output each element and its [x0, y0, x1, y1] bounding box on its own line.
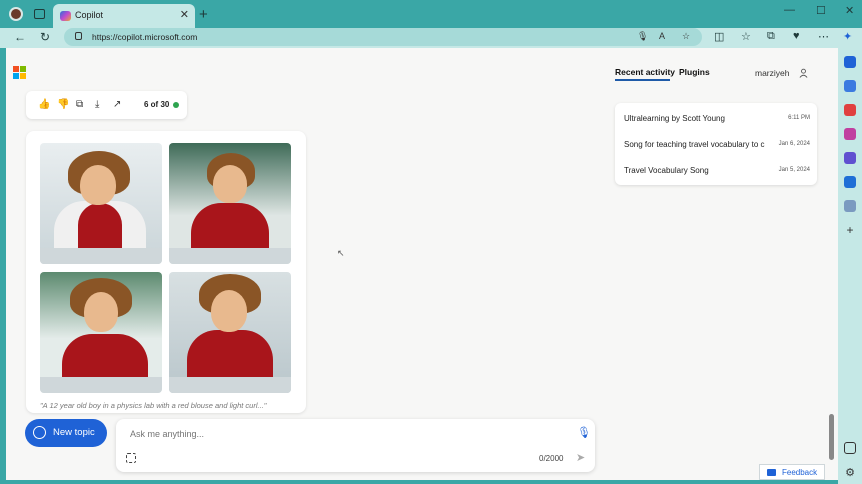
- send-icon[interactable]: ➤: [576, 451, 585, 464]
- address-bar[interactable]: https://copilot.microsoft.com 🎙 A ☆: [64, 28, 702, 46]
- browser-navbar: ← ↻ https://copilot.microsoft.com 🎙 A ☆ …: [0, 28, 862, 48]
- m365-icon[interactable]: [844, 152, 856, 164]
- tab-title: Copilot: [75, 10, 104, 20]
- image-upload-icon[interactable]: [126, 453, 136, 463]
- scrollbar-thumb[interactable]: [829, 414, 834, 460]
- recent-item-date: Jan 5, 2024: [778, 167, 810, 173]
- minimize-icon[interactable]: —: [784, 4, 795, 16]
- char-counter: 0/2000: [539, 454, 564, 463]
- back-icon[interactable]: ←: [14, 30, 26, 44]
- tools-icon[interactable]: [844, 104, 856, 116]
- edge-sidebar: + ⚙: [838, 48, 862, 484]
- tab-recent-activity[interactable]: Recent activity: [615, 67, 675, 77]
- new-topic-label: New topic: [53, 427, 95, 438]
- tab-plugins[interactable]: Plugins: [679, 67, 710, 77]
- copilot-page: Recent activity Plugins marziyeh 👍 👎 ⧉ ⤓…: [6, 48, 838, 480]
- shopping-icon[interactable]: [844, 80, 856, 92]
- url-text[interactable]: https://copilot.microsoft.com: [92, 32, 197, 42]
- copy-icon[interactable]: ⧉: [76, 99, 83, 110]
- chat-input[interactable]: [130, 429, 530, 439]
- favorites-bar-icon[interactable]: ☆: [741, 30, 751, 43]
- active-tab-indicator: [615, 79, 670, 81]
- image-caption: "A 12 year old boy in a physics lab with…: [40, 401, 267, 410]
- outlook-icon[interactable]: [844, 176, 856, 188]
- mouse-cursor-icon: ↖: [337, 248, 345, 258]
- lock-icon[interactable]: [75, 32, 82, 40]
- generated-image-1[interactable]: [40, 143, 162, 264]
- collections-icon[interactable]: ⧉: [767, 30, 775, 43]
- recent-activity-list: Ultralearning by Scott Young 6:11 PM Son…: [615, 103, 817, 185]
- maximize-icon[interactable]: ☐: [816, 4, 826, 17]
- new-topic-button[interactable]: New topic: [25, 419, 107, 447]
- recent-item-title[interactable]: Travel Vocabulary Song: [624, 166, 769, 175]
- user-icon[interactable]: [799, 68, 808, 78]
- close-tab-icon[interactable]: ✕: [180, 8, 189, 21]
- browser-tabbar: Copilot ✕ + — ☐ ✕: [0, 0, 862, 28]
- share-icon[interactable]: ↗: [113, 99, 121, 110]
- new-tab-icon[interactable]: +: [199, 6, 208, 23]
- recent-item[interactable]: Ultralearning by Scott Young 6:11 PM: [624, 111, 810, 129]
- generated-image-3[interactable]: [40, 272, 162, 393]
- read-aloud-icon[interactable]: A: [659, 31, 665, 41]
- recent-item[interactable]: Song for teaching travel vocabulary to c…: [624, 137, 810, 155]
- add-icon[interactable]: +: [844, 224, 856, 236]
- sidebar-panel-icon[interactable]: [844, 442, 856, 454]
- tab-actions-icon[interactable]: [34, 9, 45, 19]
- microsoft-logo-icon[interactable]: [13, 66, 26, 79]
- copilot-favicon-icon: [60, 11, 71, 21]
- extensions-icon[interactable]: ♥: [793, 30, 800, 42]
- mic-icon[interactable]: 🎙: [637, 31, 648, 42]
- response-counter: 6 of 30: [144, 100, 170, 109]
- download-icon[interactable]: ⤓: [95, 99, 99, 110]
- thumbs-down-icon[interactable]: 👎: [57, 99, 69, 110]
- username[interactable]: marziyeh: [755, 68, 789, 78]
- split-screen-icon[interactable]: ◫: [714, 30, 724, 43]
- games-icon[interactable]: [844, 128, 856, 140]
- send-icon[interactable]: [844, 200, 856, 212]
- refresh-icon[interactable]: ↻: [40, 30, 50, 44]
- chat-composer: 🎙 0/2000 ➤: [116, 419, 595, 472]
- generated-image-2[interactable]: [169, 143, 291, 264]
- recent-item-date: Jan 6, 2024: [778, 141, 810, 147]
- voice-input-icon[interactable]: 🎙: [577, 426, 591, 439]
- recent-item[interactable]: Travel Vocabulary Song Jan 5, 2024: [624, 163, 810, 181]
- feedback-icon: [767, 469, 776, 476]
- profile-avatar[interactable]: [9, 7, 23, 21]
- response-action-bar: 👍 👎 ⧉ ⤓ ↗ 6 of 30: [26, 91, 187, 119]
- search-icon[interactable]: [844, 56, 856, 68]
- feedback-button[interactable]: Feedback: [759, 464, 825, 480]
- generated-image-4[interactable]: [169, 272, 291, 393]
- tab-copilot[interactable]: Copilot ✕: [53, 4, 195, 28]
- feedback-label: Feedback: [782, 468, 818, 477]
- recent-item-date: 6:11 PM: [788, 115, 810, 121]
- recent-item-title[interactable]: Ultralearning by Scott Young: [624, 114, 769, 123]
- copilot-icon[interactable]: ✦: [843, 30, 852, 43]
- favorite-star-icon[interactable]: ☆: [682, 31, 690, 42]
- more-icon[interactable]: ⋯: [818, 30, 829, 43]
- settings-gear-icon[interactable]: ⚙: [844, 466, 856, 479]
- new-topic-icon: [33, 426, 46, 439]
- thumbs-up-icon[interactable]: 👍: [38, 99, 50, 110]
- close-window-icon[interactable]: ✕: [845, 4, 854, 17]
- recent-item-title[interactable]: Song for teaching travel vocabulary to c: [624, 140, 769, 149]
- status-dot: [173, 102, 179, 108]
- image-grid-card: [26, 131, 306, 413]
